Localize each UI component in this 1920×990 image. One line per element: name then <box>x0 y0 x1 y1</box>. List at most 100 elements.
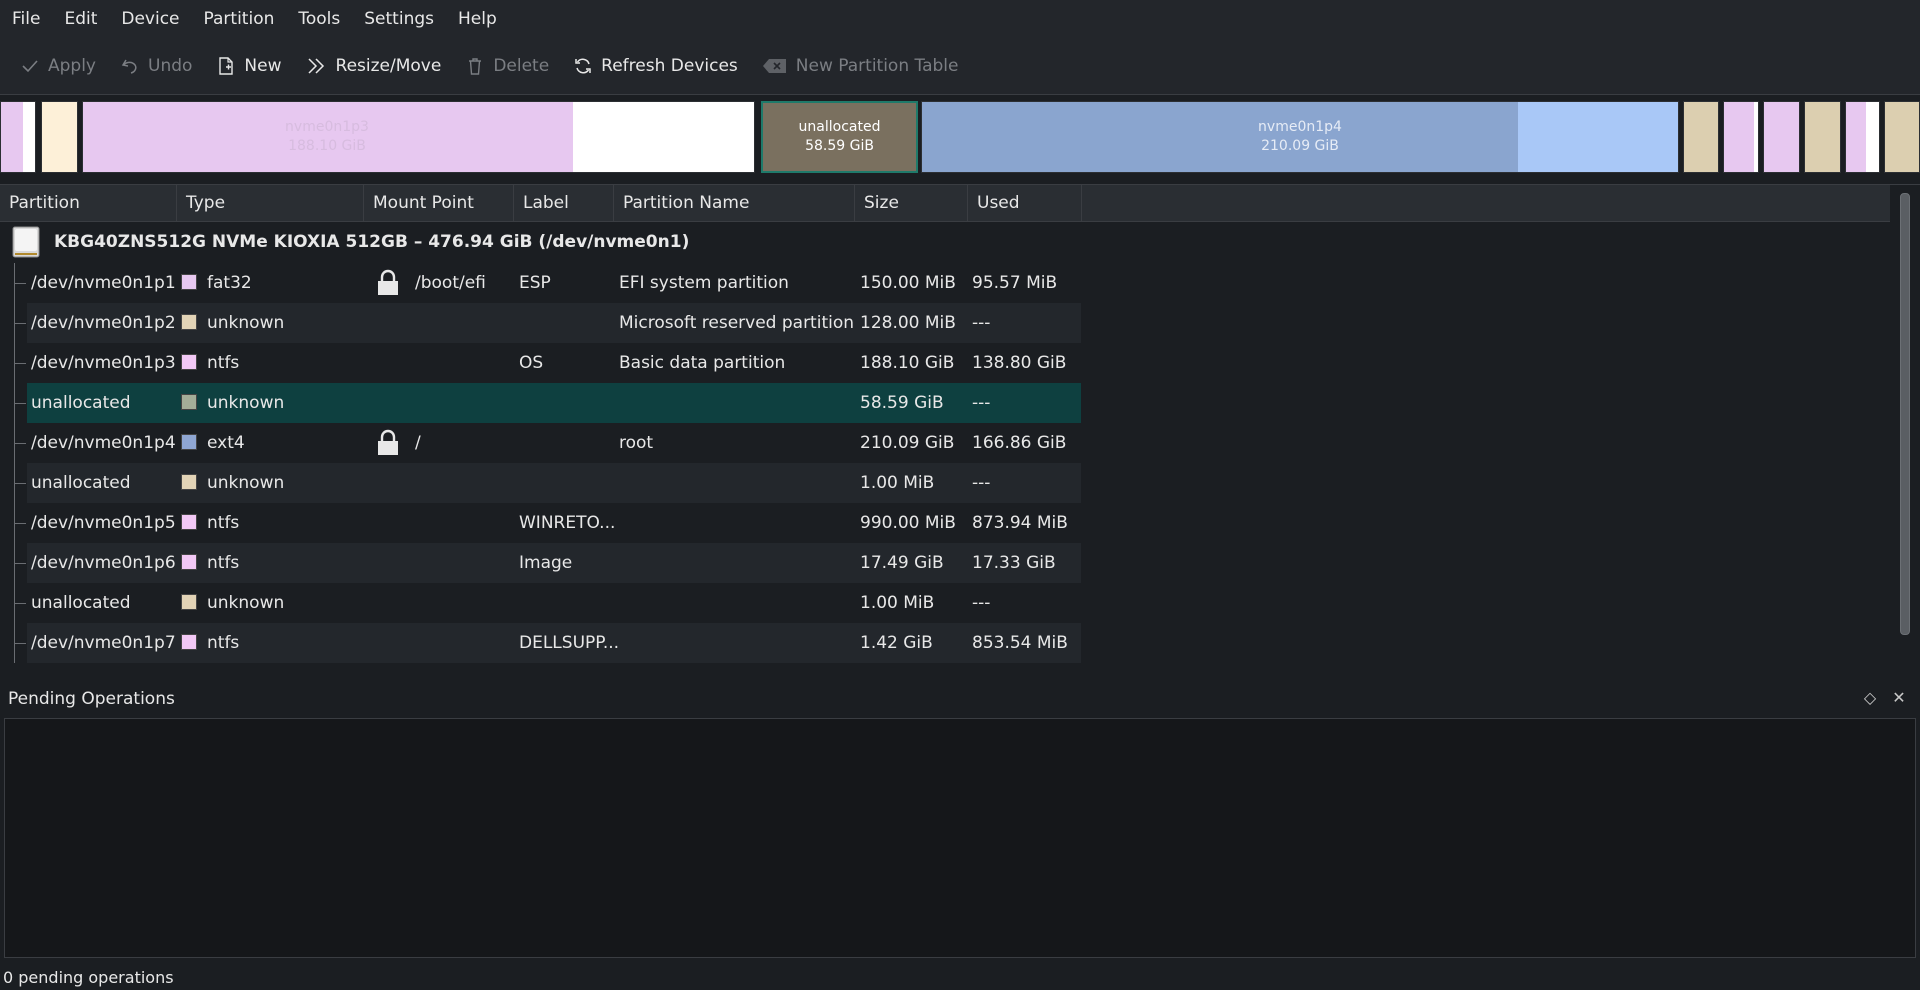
cell-size: 58.59 GiB <box>860 393 944 413</box>
new-partition-table-button[interactable]: New Partition Table <box>752 46 969 86</box>
tree-branch-line <box>14 503 28 543</box>
trash-icon <box>469 58 482 75</box>
menu-edit[interactable]: Edit <box>52 0 109 38</box>
partition-rows: /dev/nvme0n1p1 fat32/boot/efi ESP EFI syste… <box>0 263 1890 663</box>
cell-used: 17.33 GiB <box>972 553 1056 573</box>
table-row[interactable]: /dev/nvme0n1p4 ext4 / root 210.09 GiB 166.86 … <box>0 423 1890 463</box>
menu-file[interactable]: File <box>0 0 52 38</box>
tree-branch-line <box>14 343 28 383</box>
cell-partition: /dev/nvme0n1p3 <box>31 353 176 373</box>
segment-unallocated-name: unallocated <box>798 119 881 135</box>
segment-p8[interactable] <box>1884 101 1920 173</box>
scrollbar-thumb[interactable] <box>1900 193 1910 635</box>
pending-operations-list[interactable] <box>4 718 1916 958</box>
cell-type: ntfs <box>181 543 239 583</box>
segment-unallocated-3[interactable] <box>1804 101 1841 173</box>
close-panel-icon[interactable]: ✕ <box>1889 688 1909 708</box>
header-partition-name[interactable]: Partition Name <box>614 185 855 221</box>
cell-type: ntfs <box>181 343 239 383</box>
table-row[interactable]: /dev/nvme0n1p6 ntfs Image 17.49 GiB 17.33 Gi… <box>0 543 1890 583</box>
header-used[interactable]: Used <box>968 185 1082 221</box>
type-label: unknown <box>207 393 285 413</box>
device-row[interactable]: KBG40ZNS512G NVMe KIOXIA 512GB – 476.94 … <box>0 222 1890 262</box>
cell-used: --- <box>972 593 991 613</box>
cell-size: 990.00 MiB <box>860 513 956 533</box>
tree-branch-line <box>14 623 28 663</box>
cell-partition: /dev/nvme0n1p5 <box>31 513 176 533</box>
menu-partition[interactable]: Partition <box>192 0 287 38</box>
segment-p4-size: 210.09 GiB <box>1261 138 1339 154</box>
new-button[interactable]: New <box>206 46 291 86</box>
cell-mount-point: / <box>415 433 421 453</box>
cell-partition: /dev/nvme0n1p4 <box>31 433 176 453</box>
segment-p3-size: 188.10 GiB <box>288 138 366 154</box>
table-row[interactable]: /dev/nvme0n1p3 ntfs OS Basic data partition… <box>0 343 1890 383</box>
cell-label: ESP <box>519 273 551 293</box>
apply-button[interactable]: Apply <box>10 46 106 86</box>
table-scrollbar[interactable] <box>1890 185 1920 677</box>
segment-p2[interactable] <box>41 101 78 173</box>
resize-move-icon <box>307 58 324 74</box>
segment-p4[interactable]: nvme0n1p4 210.09 GiB <box>921 101 1679 173</box>
cell-type: fat32 <box>181 263 252 303</box>
type-label: ntfs <box>207 633 240 653</box>
header-size[interactable]: Size <box>855 185 968 221</box>
segment-unallocated[interactable]: unallocated 58.59 GiB <box>761 101 918 173</box>
header-label[interactable]: Label <box>514 185 614 221</box>
filesystem-color-swatch <box>181 473 197 490</box>
table-row[interactable]: unallocated unknown 58.59 GiB --- <box>0 383 1890 423</box>
filesystem-color-swatch <box>181 353 197 370</box>
tree-branch-line <box>14 463 28 503</box>
float-panel-icon[interactable]: ◇ <box>1860 688 1880 708</box>
segment-p1[interactable] <box>0 101 36 173</box>
cell-size: 188.10 GiB <box>860 353 955 373</box>
cell-type: ntfs <box>181 623 239 663</box>
menu-tools[interactable]: Tools <box>286 0 352 38</box>
header-mount-point[interactable]: Mount Point <box>364 185 514 221</box>
cell-partition-name: Basic data partition <box>619 353 786 373</box>
filesystem-color-swatch <box>181 273 197 290</box>
type-label: ntfs <box>207 353 240 373</box>
menu-device[interactable]: Device <box>109 0 191 38</box>
cell-type: unknown <box>181 303 284 343</box>
segment-p7[interactable] <box>1845 101 1880 173</box>
refresh-icon <box>575 58 591 74</box>
cell-used: 138.80 GiB <box>972 353 1067 373</box>
table-row[interactable]: /dev/nvme0n1p1 fat32/boot/efi ESP EFI syste… <box>0 263 1890 303</box>
header-partition[interactable]: Partition <box>0 185 177 221</box>
partition-table: Partition Type Mount Point Label Partiti… <box>0 184 1920 677</box>
menu-help[interactable]: Help <box>446 0 509 38</box>
cell-partition-name: root <box>619 433 654 453</box>
undo-button[interactable]: Undo <box>110 46 202 86</box>
tree-branch-line <box>14 583 28 623</box>
segment-unallocated-2[interactable] <box>1683 101 1719 173</box>
type-label: unknown <box>207 473 285 493</box>
tree-branch-line <box>14 543 28 583</box>
menu-settings[interactable]: Settings <box>352 0 446 38</box>
segment-p5[interactable] <box>1723 101 1759 173</box>
table-row[interactable]: /dev/nvme0n1p7 ntfs DELLSUPP... 1.42 GiB 853… <box>0 623 1890 663</box>
resize-move-button[interactable]: Resize/Move <box>296 46 452 86</box>
table-row[interactable]: unallocated unknown 1.00 MiB --- <box>0 463 1890 503</box>
table-row[interactable]: unallocated unknown 1.00 MiB --- <box>0 583 1890 623</box>
apply-label: Apply <box>48 56 96 76</box>
header-type[interactable]: Type <box>177 185 364 221</box>
delete-button[interactable]: Delete <box>455 46 559 86</box>
lock-icon <box>378 269 398 295</box>
cell-type: ext4 <box>181 423 245 463</box>
drive-icon <box>12 226 40 258</box>
new-document-icon <box>219 57 234 75</box>
filesystem-color-swatch <box>181 553 197 570</box>
segment-p6[interactable] <box>1763 101 1800 173</box>
table-row[interactable]: /dev/nvme0n1p5 ntfs WINRETO... 990.00 MiB 87… <box>0 503 1890 543</box>
table-row[interactable]: /dev/nvme0n1p2 unknown Microsoft reserved … <box>0 303 1890 343</box>
cell-type: unknown <box>181 383 284 423</box>
cell-type: ntfs <box>181 503 239 543</box>
cell-partition-name: Microsoft reserved partition <box>619 313 855 333</box>
cell-partition: /dev/nvme0n1p6 <box>31 553 176 573</box>
refresh-devices-label: Refresh Devices <box>601 56 738 76</box>
resize-move-label: Resize/Move <box>335 56 442 76</box>
undo-label: Undo <box>148 56 193 76</box>
segment-p3[interactable]: nvme0n1p3 188.10 GiB <box>82 101 755 173</box>
refresh-devices-button[interactable]: Refresh Devices <box>563 46 748 86</box>
